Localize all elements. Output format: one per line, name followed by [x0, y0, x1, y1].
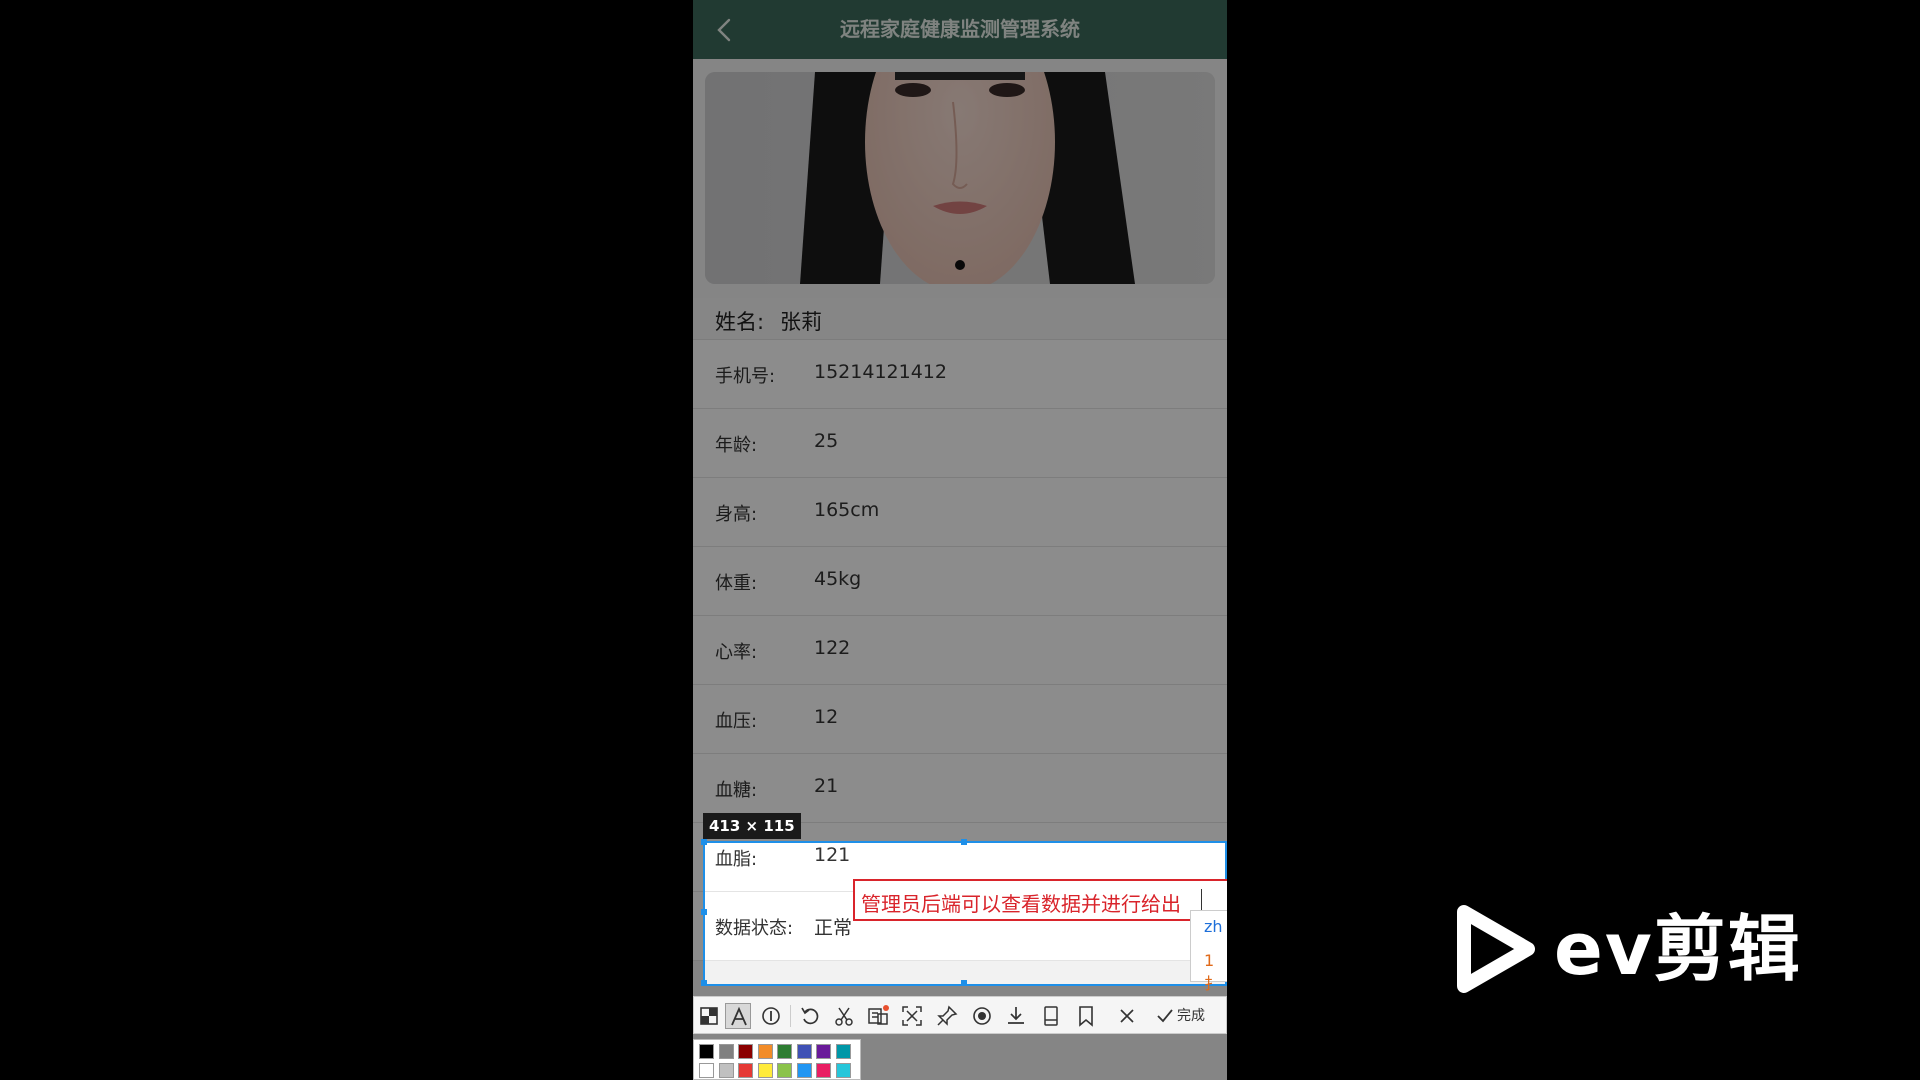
- pin-icon[interactable]: [934, 1003, 960, 1029]
- check-icon: [1157, 1009, 1173, 1023]
- toolbar-divider: [790, 1005, 791, 1027]
- done-button[interactable]: 完成: [1156, 1003, 1205, 1029]
- color-swatch[interactable]: [816, 1063, 831, 1078]
- ime-candidate-popup[interactable]: zh 1 扌: [1190, 910, 1227, 993]
- cut-icon[interactable]: [831, 1003, 857, 1029]
- watermark-text: ev剪辑: [1554, 907, 1802, 991]
- color-swatch[interactable]: [835, 1044, 851, 1059]
- color-swatch[interactable]: [757, 1063, 773, 1078]
- record-icon[interactable]: [969, 1003, 995, 1029]
- color-swatch[interactable]: [699, 1063, 714, 1078]
- download-icon[interactable]: [1003, 1003, 1029, 1029]
- resize-handle[interactable]: [701, 909, 707, 915]
- phone-screen: 远程家庭健康监测管理系统 姓名: 张莉 手机号: 15214121412 年龄:…: [693, 0, 1227, 1080]
- ocr-icon[interactable]: [865, 1003, 891, 1029]
- color-swatch[interactable]: [757, 1044, 773, 1059]
- color-swatch[interactable]: [816, 1044, 831, 1059]
- number-marker-icon[interactable]: [758, 1003, 784, 1029]
- bookmark-icon[interactable]: [1073, 1003, 1099, 1029]
- annotation-text-input[interactable]: 管理员后端可以查看数据并进行给出: [853, 879, 1227, 921]
- undo-icon[interactable]: [797, 1003, 823, 1029]
- color-swatch[interactable]: [796, 1044, 812, 1059]
- resize-handle[interactable]: [701, 980, 707, 986]
- resize-handle[interactable]: [961, 980, 967, 986]
- play-logo-icon: [1457, 905, 1535, 993]
- expand-icon[interactable]: [899, 1003, 925, 1029]
- color-swatch[interactable]: [738, 1063, 753, 1078]
- ime-candidate[interactable]: 1 扌: [1204, 951, 1227, 994]
- color-swatch[interactable]: [699, 1044, 714, 1059]
- resize-handle[interactable]: [701, 839, 707, 845]
- color-swatch[interactable]: [718, 1044, 734, 1059]
- resize-handle[interactable]: [961, 839, 967, 845]
- color-swatch[interactable]: [718, 1063, 734, 1078]
- close-icon[interactable]: [1114, 1003, 1140, 1029]
- text-tool-icon[interactable]: [725, 1003, 751, 1029]
- color-swatch[interactable]: [777, 1063, 792, 1078]
- done-label: 完成: [1177, 1008, 1205, 1024]
- color-swatch[interactable]: [777, 1044, 792, 1059]
- color-swatch[interactable]: [835, 1063, 851, 1078]
- mosaic-tool-icon[interactable]: [696, 1003, 722, 1029]
- ime-pinyin: zh: [1204, 917, 1223, 936]
- video-watermark: ev剪辑: [1450, 904, 1830, 994]
- selection-size-label: 413 × 115: [703, 813, 801, 839]
- annotation-text: 管理员后端可以查看数据并进行给出: [861, 892, 1181, 916]
- capture-dim-overlay: [693, 0, 1227, 841]
- capture-toolbar: 完成: [693, 996, 1227, 1034]
- device-icon[interactable]: [1038, 1003, 1064, 1029]
- color-swatch[interactable]: [738, 1044, 753, 1059]
- color-palette: [693, 1039, 861, 1080]
- color-swatch[interactable]: [796, 1063, 812, 1078]
